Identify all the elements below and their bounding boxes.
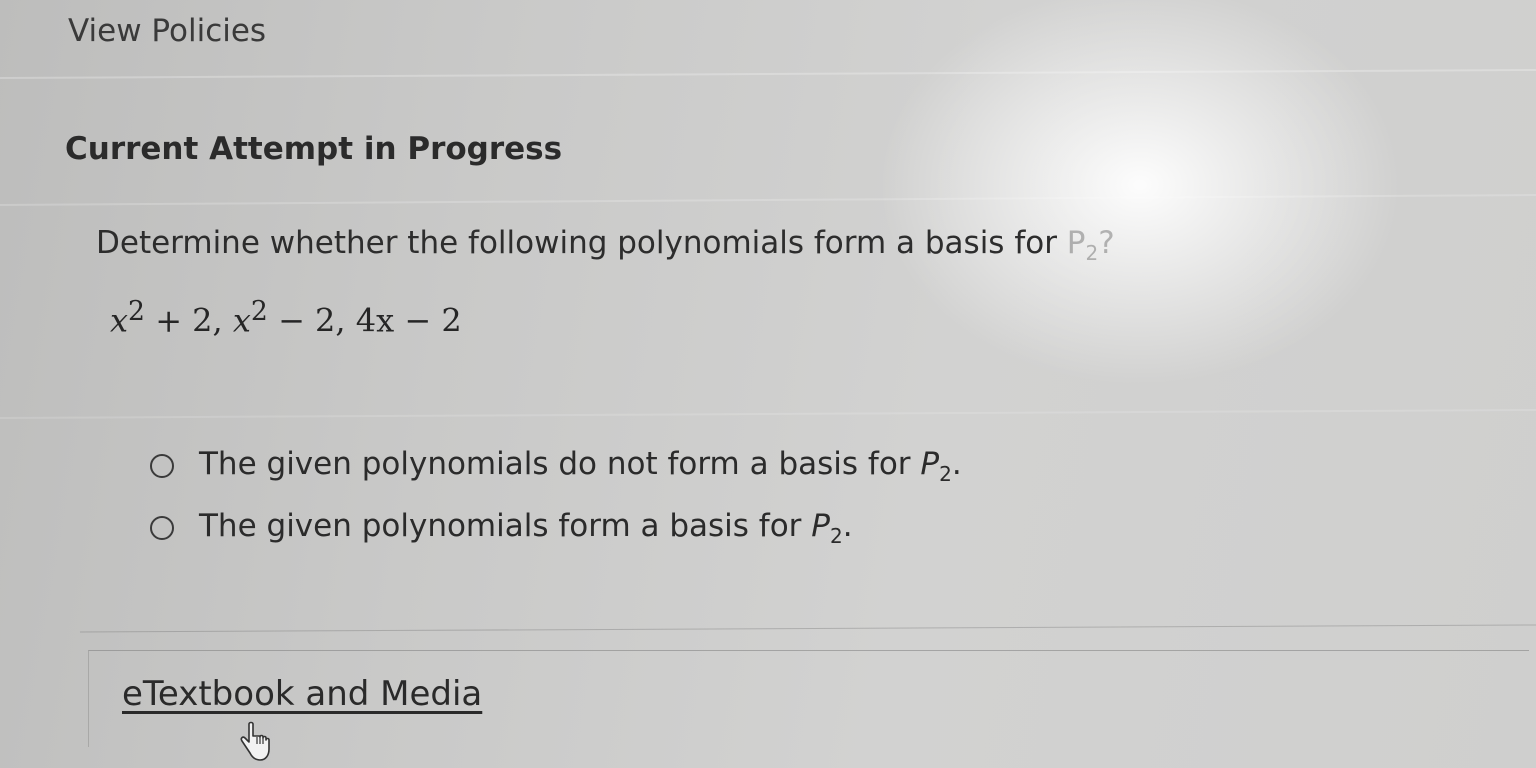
question-space-symbol: P2?: [1066, 225, 1115, 266]
poly2-variable: x: [232, 301, 251, 340]
radio-button-not-basis[interactable]: [150, 454, 174, 479]
answer-option-basis[interactable]: The given polynomials form a basis for P…: [150, 508, 853, 548]
radio-button-basis[interactable]: [150, 516, 174, 541]
poly1-rest: + 2,: [145, 301, 233, 340]
view-policies-link[interactable]: View Policies: [68, 13, 266, 49]
hand-pointer-icon: [240, 721, 270, 761]
poly1-variable: x: [110, 301, 129, 340]
poly2-exponent: 2: [250, 296, 268, 327]
etextbook-media-link[interactable]: eTextbook and Media: [122, 674, 482, 714]
attempt-heading: Current Attempt in Progress: [65, 131, 563, 167]
question-text: Determine whether the following polynomi…: [96, 225, 1067, 261]
question-prompt: Determine whether the following polynomi…: [96, 225, 1115, 265]
option-label-basis: The given polynomials form a basis for P…: [199, 508, 853, 549]
option-label-not-basis: The given polynomials do not form a basi…: [199, 446, 962, 487]
answer-option-not-basis[interactable]: The given polynomials do not form a basi…: [150, 446, 962, 486]
poly2-rest: − 2, 4x − 2: [267, 301, 462, 340]
polynomial-list: x2 + 2, x2 − 2, 4x − 2: [110, 296, 462, 340]
poly1-exponent: 2: [128, 296, 146, 327]
